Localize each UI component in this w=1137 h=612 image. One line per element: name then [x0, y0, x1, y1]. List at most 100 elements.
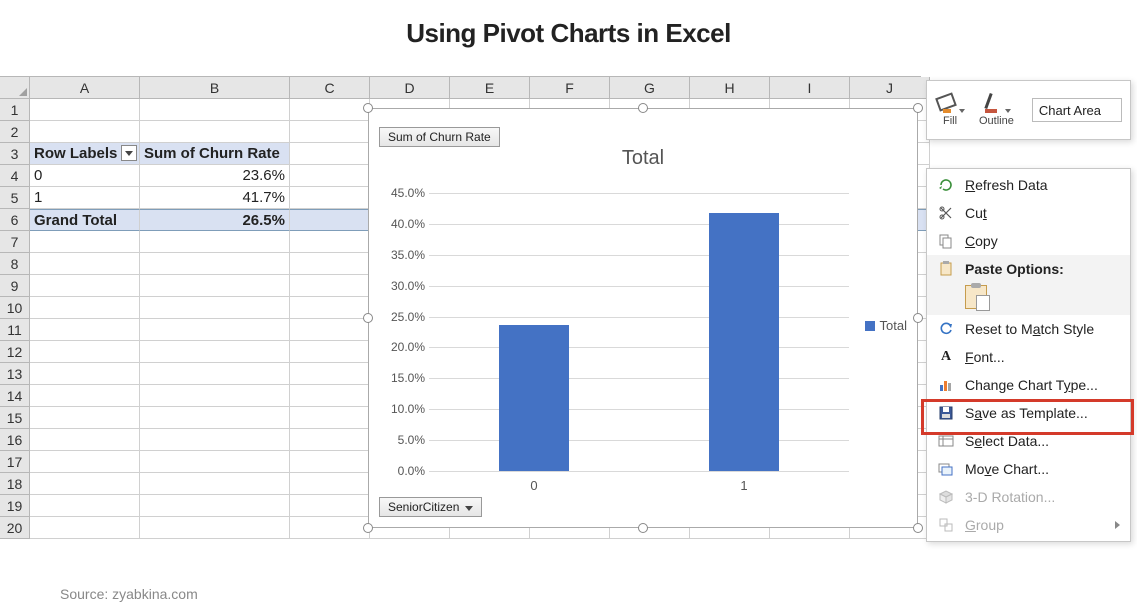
cell[interactable] — [140, 517, 290, 539]
cell[interactable]: 1 — [30, 187, 140, 209]
menu-refresh-data[interactable]: Refresh Data — [927, 171, 1130, 199]
cell[interactable]: 26.5% — [140, 209, 290, 231]
row-header[interactable]: 18 — [0, 473, 30, 495]
row-header[interactable]: 5 — [0, 187, 30, 209]
cell[interactable] — [140, 319, 290, 341]
cell[interactable] — [30, 231, 140, 253]
cell[interactable] — [290, 407, 370, 429]
cell[interactable] — [140, 275, 290, 297]
cell[interactable] — [290, 451, 370, 473]
cell[interactable]: Sum of Churn Rate — [140, 143, 290, 165]
cell[interactable] — [290, 121, 370, 143]
column-header[interactable]: H — [690, 77, 770, 99]
cell[interactable]: 41.7% — [140, 187, 290, 209]
cell[interactable] — [290, 165, 370, 187]
cell[interactable]: 0 — [30, 165, 140, 187]
menu-save-template[interactable]: Save as Template... — [927, 399, 1130, 427]
cell[interactable] — [290, 429, 370, 451]
cell[interactable] — [140, 495, 290, 517]
cell[interactable]: Row Labels — [30, 143, 140, 165]
bar[interactable] — [709, 213, 779, 471]
cell[interactable] — [30, 341, 140, 363]
row-header[interactable]: 7 — [0, 231, 30, 253]
resize-handle[interactable] — [913, 523, 923, 533]
cell[interactable] — [290, 253, 370, 275]
cell[interactable] — [30, 275, 140, 297]
row-header[interactable]: 8 — [0, 253, 30, 275]
cell[interactable] — [290, 319, 370, 341]
cell[interactable] — [140, 253, 290, 275]
row-header[interactable]: 16 — [0, 429, 30, 451]
cell[interactable] — [290, 385, 370, 407]
row-header[interactable]: 14 — [0, 385, 30, 407]
menu-copy[interactable]: Copy — [927, 227, 1130, 255]
column-header[interactable]: G — [610, 77, 690, 99]
cell[interactable] — [30, 517, 140, 539]
row-header[interactable]: 17 — [0, 451, 30, 473]
column-header[interactable]: C — [290, 77, 370, 99]
row-header[interactable]: 3 — [0, 143, 30, 165]
cell[interactable] — [140, 407, 290, 429]
filter-button[interactable] — [121, 145, 137, 161]
cell[interactable] — [30, 121, 140, 143]
resize-handle[interactable] — [913, 313, 923, 323]
cell[interactable] — [30, 253, 140, 275]
row-header[interactable]: 6 — [0, 209, 30, 231]
column-header[interactable]: D — [370, 77, 450, 99]
cell[interactable] — [30, 451, 140, 473]
menu-cut[interactable]: Cut — [927, 199, 1130, 227]
pivot-chart[interactable]: Sum of Churn Rate Total 0.0%5.0%10.0%15.… — [368, 108, 918, 528]
cell[interactable] — [290, 99, 370, 121]
cell[interactable] — [140, 121, 290, 143]
row-header[interactable]: 9 — [0, 275, 30, 297]
cell[interactable] — [30, 429, 140, 451]
cell[interactable] — [30, 407, 140, 429]
cell[interactable] — [30, 297, 140, 319]
menu-move-chart[interactable]: Move Chart... — [927, 455, 1130, 483]
row-header[interactable]: 4 — [0, 165, 30, 187]
resize-handle[interactable] — [363, 313, 373, 323]
row-header[interactable]: 13 — [0, 363, 30, 385]
menu-reset-style[interactable]: Reset to Match Style — [927, 315, 1130, 343]
cell[interactable] — [140, 231, 290, 253]
cell[interactable] — [290, 495, 370, 517]
cell[interactable] — [290, 297, 370, 319]
resize-handle[interactable] — [363, 523, 373, 533]
chart-element-selector[interactable]: Chart Area — [1032, 98, 1122, 122]
resize-handle[interactable] — [913, 103, 923, 113]
cell[interactable] — [290, 363, 370, 385]
resize-handle[interactable] — [638, 103, 648, 113]
row-header[interactable]: 19 — [0, 495, 30, 517]
cell[interactable] — [290, 473, 370, 495]
row-header[interactable]: 15 — [0, 407, 30, 429]
cell[interactable] — [290, 341, 370, 363]
cell[interactable] — [140, 473, 290, 495]
value-field-button[interactable]: Sum of Churn Rate — [379, 127, 500, 147]
cell[interactable] — [30, 319, 140, 341]
cell[interactable] — [290, 187, 370, 209]
cell[interactable]: 23.6% — [140, 165, 290, 187]
row-header[interactable]: 11 — [0, 319, 30, 341]
column-header[interactable]: I — [770, 77, 850, 99]
cell[interactable] — [140, 451, 290, 473]
cell[interactable] — [140, 385, 290, 407]
cell[interactable] — [30, 473, 140, 495]
cell[interactable] — [290, 517, 370, 539]
outline-button[interactable]: Outline — [979, 93, 1014, 127]
row-header[interactable]: 2 — [0, 121, 30, 143]
cell[interactable] — [140, 99, 290, 121]
column-header[interactable]: E — [450, 77, 530, 99]
fill-button[interactable]: Fill — [935, 93, 965, 127]
resize-handle[interactable] — [638, 523, 648, 533]
column-header[interactable]: A — [30, 77, 140, 99]
select-all-corner[interactable] — [0, 77, 30, 99]
cell[interactable] — [140, 297, 290, 319]
cell[interactable] — [30, 385, 140, 407]
cell[interactable] — [30, 99, 140, 121]
column-header[interactable]: F — [530, 77, 610, 99]
cell[interactable] — [290, 209, 370, 231]
cell[interactable] — [140, 429, 290, 451]
resize-handle[interactable] — [363, 103, 373, 113]
menu-font[interactable]: A Font... — [927, 343, 1130, 371]
cell[interactable] — [290, 231, 370, 253]
